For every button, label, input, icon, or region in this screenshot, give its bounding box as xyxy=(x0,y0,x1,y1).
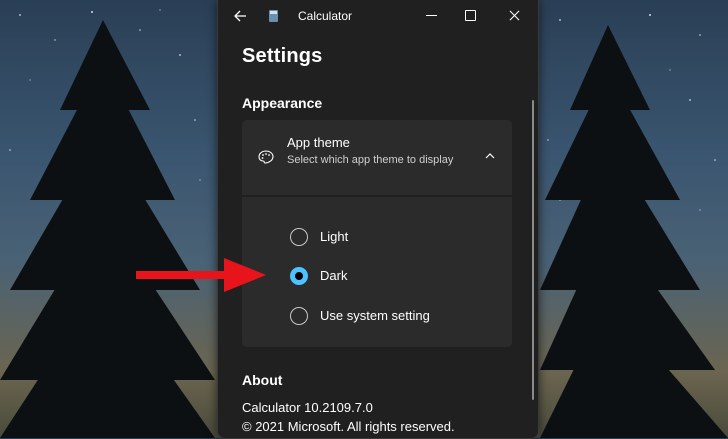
title-bar: Calculator xyxy=(218,0,538,32)
page-title: Settings xyxy=(242,45,323,67)
minimize-icon[interactable] xyxy=(420,4,444,28)
radio-label-dark: Dark xyxy=(320,268,348,283)
scrollbar[interactable] xyxy=(532,100,534,400)
app-theme-expander[interactable]: App theme Select which app theme to disp… xyxy=(242,120,512,195)
radio-label-system: Use system setting xyxy=(320,308,430,323)
radio-label-light: Light xyxy=(320,229,349,244)
about-section-title: About xyxy=(242,372,283,388)
radio-system[interactable] xyxy=(290,307,308,325)
back-arrow-icon[interactable] xyxy=(232,6,248,26)
app-version: Calculator 10.2109.7.0 xyxy=(242,400,373,415)
maximize-icon[interactable] xyxy=(458,4,482,28)
radio-light[interactable] xyxy=(290,228,308,246)
copyright-text: © 2021 Microsoft. All rights reserved. xyxy=(242,419,455,434)
calculator-window: Calculator Settings Appearance App theme… xyxy=(217,0,539,439)
window-title: Calculator xyxy=(298,9,353,23)
close-icon[interactable] xyxy=(503,4,527,28)
red-arrow-annotation xyxy=(136,258,266,292)
calculator-app-icon xyxy=(269,10,278,22)
app-theme-title: App theme xyxy=(287,135,350,150)
radio-dark[interactable] xyxy=(290,267,308,285)
app-theme-options: Light Dark Use system setting xyxy=(242,197,512,347)
appearance-section-title: Appearance xyxy=(242,95,323,111)
palette-icon xyxy=(258,150,274,164)
chevron-up-icon[interactable] xyxy=(484,150,496,162)
app-theme-description: Select which app theme to display xyxy=(287,154,454,166)
